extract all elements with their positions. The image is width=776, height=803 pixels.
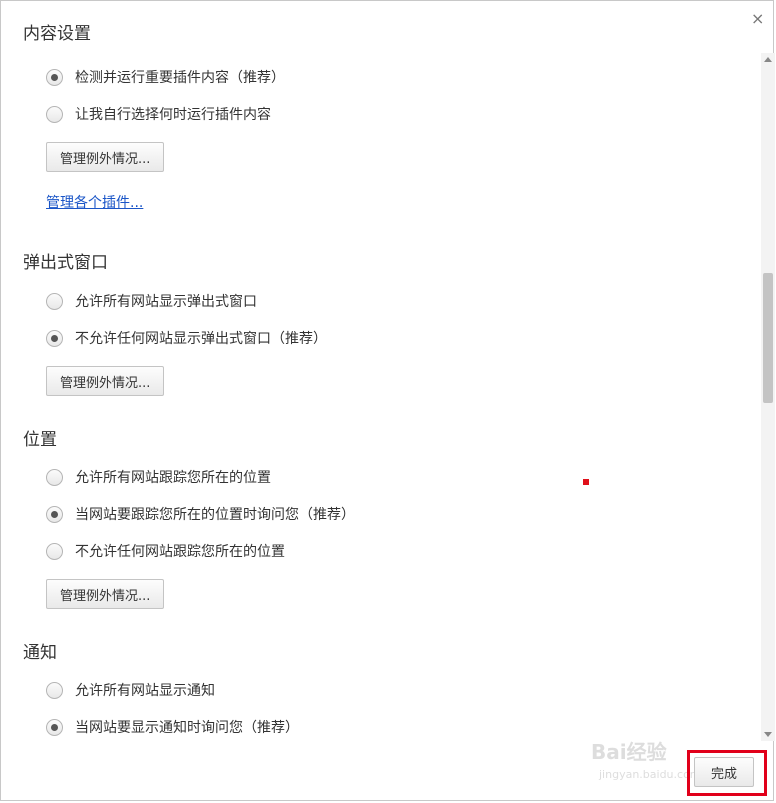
radio-label: 当网站要显示通知时询问您（推荐） [75, 720, 299, 736]
location-manage-exceptions-button[interactable]: 管理例外情况... [46, 579, 165, 609]
radio-location-allow-all[interactable]: 允许所有网站跟踪您所在的位置 [46, 466, 271, 488]
notifications-section-title: 通知 [23, 643, 57, 663]
dialog-title: 内容设置 [23, 24, 91, 44]
plugins-manage-exceptions-button[interactable]: 管理例外情况... [46, 142, 165, 172]
radio-location-ask[interactable]: 当网站要跟踪您所在的位置时询问您（推荐） [46, 503, 355, 525]
scroll-up-icon[interactable] [764, 57, 772, 62]
radio-button[interactable] [46, 292, 63, 310]
manage-plugins-link[interactable]: 管理各个插件... [46, 192, 143, 212]
radio-notifications-ask[interactable]: 当网站要显示通知时询问您（推荐） [46, 716, 299, 738]
scrollbar-thumb[interactable] [763, 273, 773, 403]
settings-scroll-area[interactable]: 检测并运行重要插件内容（推荐） 让我自行选择何时运行插件内容 管理例外情况...… [1, 53, 761, 741]
content-settings-dialog: 内容设置 × 检测并运行重要插件内容（推荐） 让我自行选择何时运行插件内容 管理… [0, 0, 775, 801]
radio-label: 当网站要跟踪您所在的位置时询问您（推荐） [75, 507, 355, 523]
radio-label: 检测并运行重要插件内容（推荐） [75, 70, 285, 86]
radio-button[interactable] [46, 681, 63, 699]
radio-label: 不允许任何网站跟踪您所在的位置 [75, 544, 285, 560]
radio-label: 不允许任何网站显示弹出式窗口（推荐） [75, 331, 327, 347]
radio-button[interactable] [46, 718, 63, 736]
radio-location-block-all[interactable]: 不允许任何网站跟踪您所在的位置 [46, 540, 285, 562]
radio-label: 让我自行选择何时运行插件内容 [75, 107, 271, 123]
radio-plugins-let-me-choose[interactable]: 让我自行选择何时运行插件内容 [46, 103, 271, 125]
radio-label: 允许所有网站显示弹出式窗口 [75, 294, 257, 310]
popups-manage-exceptions-button[interactable]: 管理例外情况... [46, 366, 165, 396]
highlight-box [687, 750, 767, 796]
close-icon[interactable]: × [751, 9, 764, 28]
radio-label: 允许所有网站显示通知 [75, 683, 215, 699]
radio-button[interactable] [46, 505, 63, 523]
radio-popups-allow-all[interactable]: 允许所有网站显示弹出式窗口 [46, 290, 257, 312]
radio-button[interactable] [46, 542, 63, 560]
red-marker-dot [583, 479, 589, 485]
radio-plugins-run-important[interactable]: 检测并运行重要插件内容（推荐） [46, 66, 285, 88]
popups-section-title: 弹出式窗口 [23, 253, 108, 273]
scroll-down-icon[interactable] [764, 732, 772, 737]
watermark-logo: Bai经验 [591, 740, 667, 764]
radio-button[interactable] [46, 105, 63, 123]
watermark-url: jingyan.baidu.com [599, 768, 701, 781]
radio-notifications-allow-all[interactable]: 允许所有网站显示通知 [46, 679, 215, 701]
radio-button[interactable] [46, 68, 63, 86]
radio-button[interactable] [46, 468, 63, 486]
location-section-title: 位置 [23, 430, 57, 450]
radio-label: 允许所有网站跟踪您所在的位置 [75, 470, 271, 486]
radio-button[interactable] [46, 329, 63, 347]
radio-popups-block-all[interactable]: 不允许任何网站显示弹出式窗口（推荐） [46, 327, 327, 349]
vertical-scrollbar[interactable] [761, 53, 775, 741]
